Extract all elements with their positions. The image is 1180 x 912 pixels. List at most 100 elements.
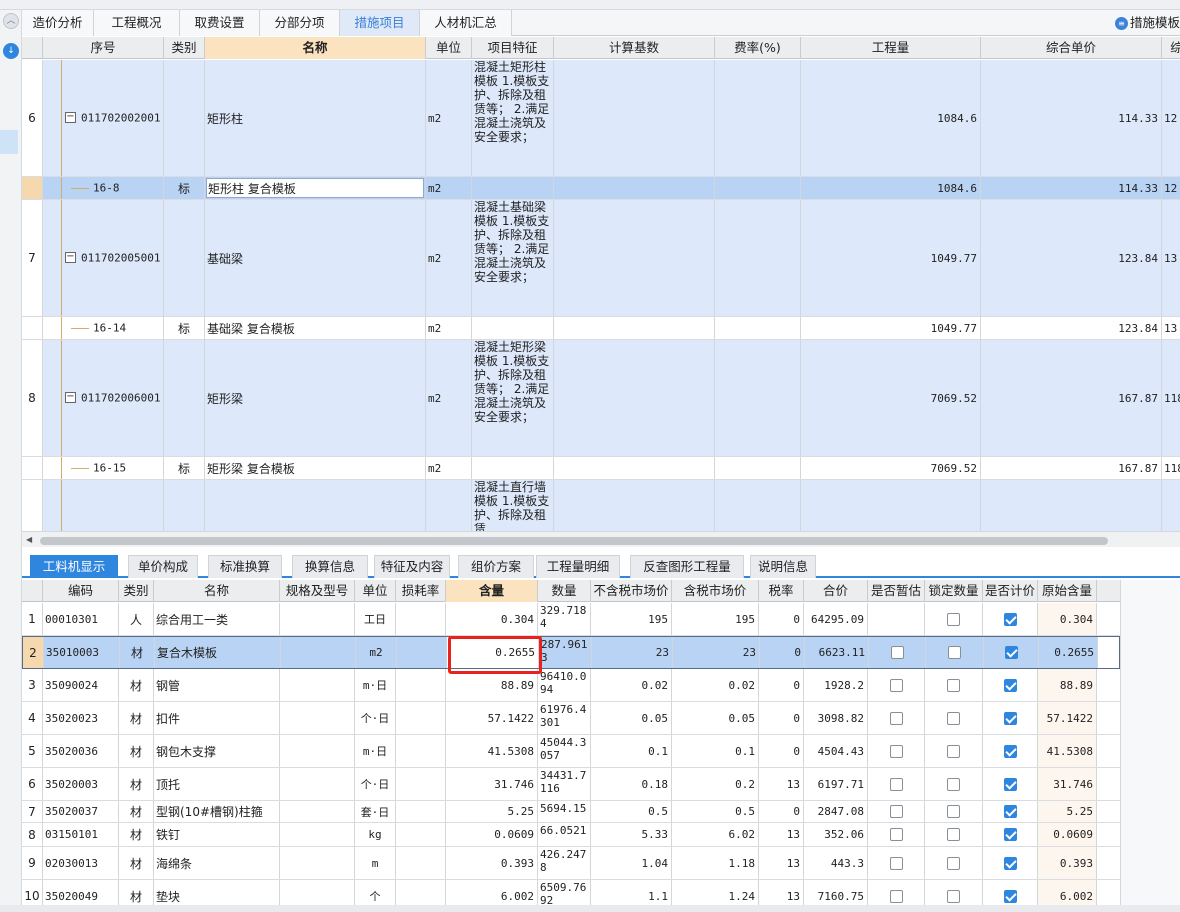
total-price-cell[interactable]: 6197.71 xyxy=(804,768,868,800)
download-icon[interactable]: ↓ xyxy=(3,43,19,59)
rate-cell[interactable] xyxy=(715,457,801,479)
row-number[interactable]: 7 xyxy=(22,200,43,316)
priced-checkbox-cell[interactable] xyxy=(983,603,1038,635)
detail-tab-0[interactable]: 工料机显示 xyxy=(30,555,118,578)
original-content-cell[interactable]: 0.393 xyxy=(1038,847,1097,879)
res-col-header-1[interactable]: 编码 xyxy=(43,580,119,602)
res-col-header-0[interactable] xyxy=(22,580,43,602)
resource-code[interactable]: 35020003 xyxy=(43,768,119,800)
resource-row[interactable]: 9 02030013 材海绵条 m 0.393 426.2478 1.04 1.18 13 443… xyxy=(22,847,1120,880)
res-col-header-12[interactable]: 合价 xyxy=(804,580,868,602)
resource-code[interactable]: 35020037 xyxy=(43,801,119,822)
lock-qty-checkbox-cell[interactable] xyxy=(925,847,983,879)
spec-cell[interactable] xyxy=(280,603,355,635)
priced-checkbox[interactable] xyxy=(1004,646,1018,659)
qty-cell[interactable] xyxy=(801,480,981,531)
unit-cell[interactable]: m2 xyxy=(356,637,397,668)
type-cell[interactable] xyxy=(164,340,205,456)
row-number[interactable]: 2 xyxy=(23,637,44,668)
feature-cell[interactable]: 混凝土基础梁模板 1.模板支护、拆除及租赁等； 2.满足混凝土浇筑及安全要求； xyxy=(472,200,554,316)
amount-cell[interactable]: 45044.3057 xyxy=(538,735,591,767)
price-ex-tax-cell[interactable]: 0.05 xyxy=(591,702,672,734)
lock-qty-checkbox[interactable] xyxy=(947,744,960,758)
tab-5[interactable]: 人材机汇总 xyxy=(420,10,512,36)
col-header-9[interactable]: 综合单价 xyxy=(981,37,1162,59)
lock-qty-checkbox[interactable] xyxy=(947,612,960,626)
tax-rate-cell[interactable]: 0 xyxy=(759,801,804,822)
resource-row[interactable]: 7 35020037 材型钢(10#槽钢)柱箍 套·日 5.25 5694.15 0.5 0.… xyxy=(22,801,1120,823)
res-col-header-16[interactable]: 原始含量 xyxy=(1038,580,1097,602)
resource-type[interactable]: 人 xyxy=(119,603,154,635)
total-price-cell[interactable]: 3098.82 xyxy=(804,702,868,734)
qty-cell[interactable]: 1084.6 xyxy=(801,60,981,176)
code-cell[interactable] xyxy=(43,480,164,531)
detail-tab-3[interactable]: 换算信息 xyxy=(292,555,368,578)
detail-tab-8[interactable]: 说明信息 xyxy=(750,555,816,578)
tax-rate-cell[interactable]: 0 xyxy=(759,735,804,767)
total-price-cell[interactable]: 352.06 xyxy=(804,823,868,846)
price-in-tax-cell[interactable]: 195 xyxy=(672,603,759,635)
code-cell[interactable]: 16-14 xyxy=(43,317,164,339)
unit-price-cell[interactable]: 123.84 xyxy=(981,200,1162,316)
rate-cell[interactable] xyxy=(715,177,801,199)
original-content-cell[interactable]: 0.304 xyxy=(1038,603,1097,635)
provisional-checkbox[interactable] xyxy=(889,856,903,870)
rate-cell[interactable] xyxy=(715,340,801,456)
code-cell[interactable]: −011702002001 xyxy=(43,60,164,176)
provisional-checkbox[interactable] xyxy=(889,828,903,841)
lock-qty-checkbox-cell[interactable] xyxy=(925,823,983,846)
original-content-cell[interactable]: 41.5308 xyxy=(1038,735,1097,767)
spec-cell[interactable] xyxy=(280,801,355,822)
res-col-header-3[interactable]: 名称 xyxy=(154,580,280,602)
res-col-header-13[interactable]: 是否暂估 xyxy=(868,580,925,602)
price-ex-tax-cell[interactable]: 0.5 xyxy=(591,801,672,822)
type-cell[interactable] xyxy=(164,200,205,316)
unit-cell[interactable]: m2 xyxy=(426,200,472,316)
type-cell[interactable]: 标 xyxy=(164,177,205,199)
total-cell-partial[interactable]: 118 xyxy=(1162,340,1180,456)
priced-checkbox-cell[interactable] xyxy=(983,847,1038,879)
col-header-5[interactable]: 项目特征 xyxy=(472,37,554,59)
unit-price-cell[interactable]: 114.33 xyxy=(981,177,1162,199)
collapse-up-icon[interactable]: ︿ xyxy=(3,13,19,29)
resource-name[interactable]: 复合木模板 xyxy=(155,637,281,668)
row-number[interactable] xyxy=(22,177,43,199)
spec-cell[interactable] xyxy=(280,768,355,800)
resource-type[interactable]: 材 xyxy=(119,669,154,701)
provisional-checkbox-cell[interactable] xyxy=(868,603,925,635)
row-number[interactable]: 7 xyxy=(22,801,43,822)
tax-rate-cell[interactable]: 0 xyxy=(759,603,804,635)
priced-checkbox[interactable] xyxy=(1003,856,1017,870)
type-cell[interactable] xyxy=(164,60,205,176)
provisional-checkbox[interactable] xyxy=(889,678,903,692)
price-in-tax-cell[interactable]: 0.2 xyxy=(672,768,759,800)
code-cell[interactable]: 16-8 xyxy=(43,177,164,199)
feature-cell[interactable]: 混凝土直行墙模板 1.模板支护、拆除及租赁 xyxy=(472,480,554,531)
name-cell[interactable]: 矩形柱 xyxy=(205,60,426,176)
resource-name[interactable]: 顶托 xyxy=(154,768,280,800)
total-price-cell[interactable]: 1928.2 xyxy=(804,669,868,701)
scroll-left-icon[interactable]: ◀ xyxy=(26,535,32,544)
provisional-checkbox[interactable] xyxy=(889,711,903,725)
res-col-header-14[interactable]: 锁定数量 xyxy=(925,580,983,602)
name-cell[interactable] xyxy=(205,480,426,531)
measure-row[interactable]: 7−011702005001 基础梁 m2 混凝土基础梁模板 1.模板支护、拆除及租赁… xyxy=(22,200,1180,317)
amount-cell[interactable]: 61976.4301 xyxy=(538,702,591,734)
resource-row[interactable]: 8 03150101 材铁钉 kg 0.0609 66.0521 5.33 6.02 13 352… xyxy=(22,823,1120,847)
col-header-7[interactable]: 费率(%) xyxy=(715,37,801,59)
amount-cell[interactable]: 34431.7116 xyxy=(538,768,591,800)
col-header-4[interactable]: 单位 xyxy=(426,37,472,59)
price-ex-tax-cell[interactable]: 5.33 xyxy=(591,823,672,846)
horizontal-scrollbar[interactable]: ◀ xyxy=(22,531,1180,547)
provisional-checkbox-cell[interactable] xyxy=(868,847,925,879)
resource-name[interactable]: 海绵条 xyxy=(154,847,280,879)
feature-cell[interactable]: 混凝土矩形柱模板 1.模板支护、拆除及租赁等； 2.满足混凝土浇筑及安全要求； xyxy=(472,60,554,176)
price-ex-tax-cell[interactable]: 0.18 xyxy=(591,768,672,800)
price-ex-tax-cell[interactable]: 0.02 xyxy=(591,669,672,701)
row-number[interactable]: 9 xyxy=(22,847,43,879)
row-number[interactable] xyxy=(22,457,43,479)
base-cell[interactable] xyxy=(554,457,715,479)
price-in-tax-cell[interactable]: 1.18 xyxy=(672,847,759,879)
total-price-cell[interactable]: 443.3 xyxy=(804,847,868,879)
feature-cell[interactable]: 混凝土矩形梁模板 1.模板支护、拆除及租赁等； 2.满足混凝土浇筑及安全要求； xyxy=(472,340,554,456)
